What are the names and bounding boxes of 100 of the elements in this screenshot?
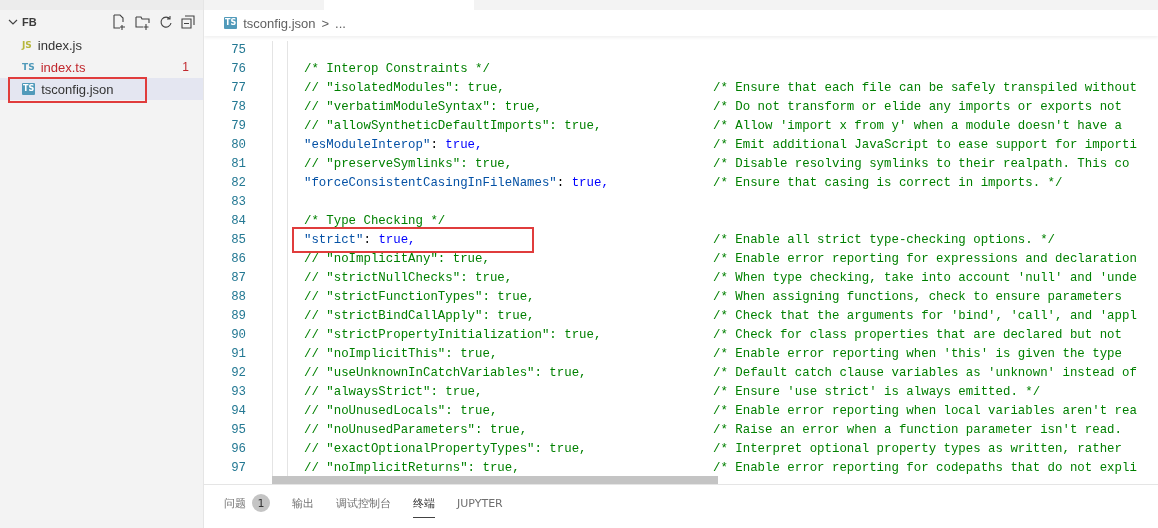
indent-guide — [272, 288, 288, 307]
code-comment: /* Check that the arguments for 'bind', 'call', and 'appl — [713, 308, 1137, 325]
indent-guide — [272, 440, 288, 459]
file-item[interactable]: JS index.js — [0, 34, 203, 56]
code-comment: /* Type Checking */ — [304, 213, 446, 230]
code-comment: /* Disable resolving symlinks to their realpath. This co — [713, 156, 1130, 173]
code-text: "forceConsistentCasingInFileNames": true, — [304, 175, 610, 192]
line-number: 86 — [230, 251, 246, 268]
code-text: "esModuleInterop": true, — [304, 137, 484, 154]
panel-tab[interactable]: 输出 — [292, 489, 314, 518]
line-number: 84 — [230, 213, 246, 230]
code-comment: /* Default catch clause variables as 'unknown' instead of — [713, 365, 1137, 382]
line-number: 75 — [230, 42, 246, 59]
code-text: // "verbatimModuleSyntax": true, — [304, 99, 543, 116]
collapse-all-icon[interactable] — [181, 15, 195, 29]
line-number: 78 — [230, 99, 246, 116]
panel-tab[interactable]: 终端 — [413, 489, 435, 518]
line-number: 93 — [230, 384, 246, 401]
code-text: // "isolatedModules": true, — [304, 80, 506, 97]
code-text: // "allowSyntheticDefaultImports": true, — [304, 118, 603, 135]
indent-guide — [272, 136, 288, 155]
line-number: 83 — [230, 194, 246, 211]
line-number: 91 — [230, 346, 246, 363]
code-comment: /* Interop Constraints */ — [304, 61, 490, 78]
indent-guide — [272, 79, 288, 98]
indent-guide — [272, 402, 288, 421]
code-comment: /* Enable all strict type-checking options. */ — [713, 232, 1056, 249]
line-number: 87 — [230, 270, 246, 287]
new-file-icon[interactable] — [112, 14, 127, 30]
indent-guide — [272, 250, 288, 269]
line-number: 96 — [230, 441, 246, 458]
code-comment: /* Do not transform or elide any imports or exports not — [713, 99, 1122, 116]
indent-guide — [272, 345, 288, 364]
code-comment: /* Ensure 'use strict' is always emitted. */ — [713, 384, 1041, 401]
line-number: 82 — [230, 175, 246, 192]
line-number: 80 — [230, 137, 246, 154]
indent-guide — [272, 98, 288, 117]
file-item[interactable]: TS index.ts 1 — [0, 56, 203, 78]
file-type-icon: TS — [22, 83, 36, 95]
file-type-icon: JS — [22, 40, 32, 50]
line-number: 92 — [230, 365, 246, 382]
code-text: // "noImplicitReturns": true, — [304, 460, 521, 477]
line-number: 90 — [230, 327, 246, 344]
indent-guide — [272, 117, 288, 136]
scrollbar-thumb[interactable] — [272, 476, 718, 484]
indent-guide — [272, 383, 288, 402]
line-number: 95 — [230, 422, 246, 439]
folder-name[interactable]: FB — [22, 16, 108, 28]
line-number: 79 — [230, 118, 246, 135]
line-number: 89 — [230, 308, 246, 325]
file-item[interactable]: TS tsconfig.json — [0, 78, 203, 100]
new-folder-icon[interactable] — [135, 14, 151, 30]
code-text: // "strictNullChecks": true, — [304, 270, 514, 287]
code-comment: /* Enable error reporting for codepaths that do not expli — [713, 460, 1137, 477]
code-comment: /* Enable error reporting when 'this' is given the type — [713, 346, 1122, 363]
code-comment: /* Emit additional JavaScript to ease support for importi — [713, 137, 1137, 154]
indent-guide — [272, 155, 288, 174]
code-comment: /* Enable error reporting for expressions and declaration — [713, 251, 1137, 268]
indent-guide — [272, 231, 288, 250]
code-text: // "useUnknownInCatchVariables": true, — [304, 365, 588, 382]
code-text: // "strictFunctionTypes": true, — [304, 289, 536, 306]
problem-count: 1 — [182, 60, 189, 74]
indent-guide — [272, 269, 288, 288]
code-comment: /* Check for class properties that are declared but not — [713, 327, 1122, 344]
chevron-down-icon[interactable] — [8, 17, 18, 27]
breadcrumb-item[interactable]: tsconfig.json — [243, 15, 316, 31]
count-badge: 1 — [252, 494, 270, 512]
code-text: // "noImplicitThis": true, — [304, 346, 499, 363]
refresh-icon[interactable] — [159, 15, 173, 29]
code-text: // "noImplicitAny": true, — [304, 251, 491, 268]
line-number: 88 — [230, 289, 246, 306]
indent-guide — [272, 60, 288, 79]
code-comment: /* When type checking, take into account 'null' and 'unde — [713, 270, 1137, 287]
line-number: 77 — [230, 80, 246, 97]
code-comment: /* Interpret optional property types as written, rather — [713, 441, 1122, 458]
breadcrumb-separator: > — [321, 15, 330, 31]
code-text: // "strictPropertyInitialization": true, — [304, 327, 603, 344]
indent-guide — [272, 212, 288, 231]
indent-guide — [272, 421, 288, 440]
code-comment: /* Ensure that casing is correct in imports. */ — [713, 175, 1063, 192]
indent-guide — [272, 364, 288, 383]
code-text: // "strictBindCallApply": true, — [304, 308, 536, 325]
indent-guide — [272, 307, 288, 326]
code-comment: /* Allow 'import x from y' when a module doesn't have a — [713, 118, 1122, 135]
panel-tab[interactable]: 问题 1 — [224, 489, 270, 518]
breadcrumb-item[interactable]: ... — [335, 15, 346, 31]
panel-tab[interactable]: JUPYTER — [457, 489, 503, 518]
code-text: // "exactOptionalPropertyTypes": true, — [304, 441, 588, 458]
panel-tab[interactable]: 调试控制台 — [336, 489, 391, 518]
code-text: // "alwaysStrict": true, — [304, 384, 484, 401]
line-number: 85 — [230, 232, 246, 249]
code-comment: /* When assigning functions, check to ensure parameters — [713, 289, 1122, 306]
line-number: 94 — [230, 403, 246, 420]
indent-guide — [272, 193, 288, 212]
code-comment: /* Enable error reporting when local variables aren't rea — [713, 403, 1137, 420]
code-text: // "preserveSymlinks": true, — [304, 156, 514, 173]
code-text: // "noUnusedLocals": true, — [304, 403, 499, 420]
code-comment: /* Raise an error when a function parameter isn't read. — [713, 422, 1122, 439]
code-text: // "noUnusedParameters": true, — [304, 422, 529, 439]
indent-guide — [272, 174, 288, 193]
